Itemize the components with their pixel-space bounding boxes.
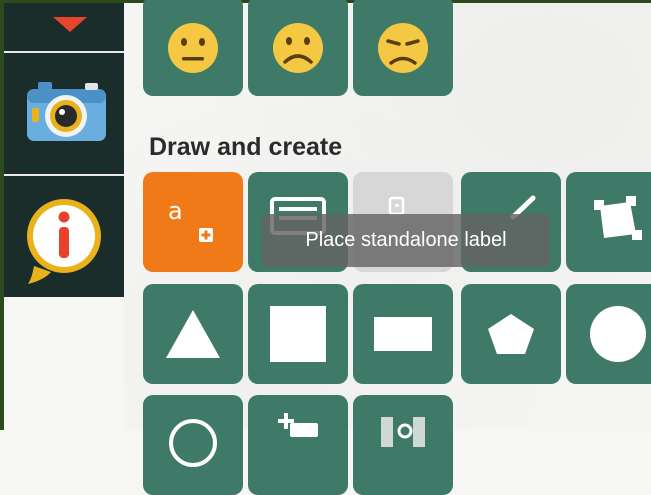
section-title-draw-and-create: Draw and create <box>149 133 343 161</box>
partial-tool-button-1[interactable] <box>143 395 243 495</box>
image-tool-icon <box>381 417 425 447</box>
circle-outline-icon <box>169 419 217 467</box>
info-button[interactable] <box>4 176 124 297</box>
standalone-label-tool-button[interactable] <box>143 172 243 272</box>
location-marker-icon <box>53 17 87 32</box>
circle-icon <box>590 306 646 362</box>
rectangle-icon <box>374 317 432 351</box>
partial-tool-button-2[interactable] <box>248 395 348 495</box>
partial-tool-button-3[interactable] <box>353 395 453 495</box>
pentagon-icon <box>488 314 534 354</box>
add-label-icon <box>199 228 213 242</box>
square-tool-button[interactable] <box>248 284 348 384</box>
sidebar <box>4 3 124 297</box>
edit-shape-icon <box>594 196 642 240</box>
polygon-edit-tool-button[interactable] <box>566 172 651 272</box>
frowning-face-icon <box>273 23 323 73</box>
camera-icon <box>27 82 106 141</box>
camera-button[interactable] <box>4 53 124 173</box>
unamused-face-icon <box>378 23 428 73</box>
circle-tool-button[interactable] <box>566 284 651 384</box>
triangle-tool-button[interactable] <box>143 284 243 384</box>
mood-unamused-button[interactable] <box>353 0 453 96</box>
neutral-face-icon <box>168 23 218 73</box>
location-button[interactable] <box>4 3 124 50</box>
mood-sad-button[interactable] <box>248 0 348 96</box>
info-icon <box>27 199 101 284</box>
pentagon-tool-button[interactable] <box>461 284 561 384</box>
mood-neutral-button[interactable] <box>143 0 243 96</box>
add-layer-icon <box>278 413 318 437</box>
square-icon <box>270 306 326 362</box>
label-tool-letter: a <box>168 197 183 225</box>
rectangle-tool-button[interactable] <box>353 284 453 384</box>
tooltip: Place standalone label <box>262 214 550 267</box>
triangle-icon <box>166 310 220 358</box>
